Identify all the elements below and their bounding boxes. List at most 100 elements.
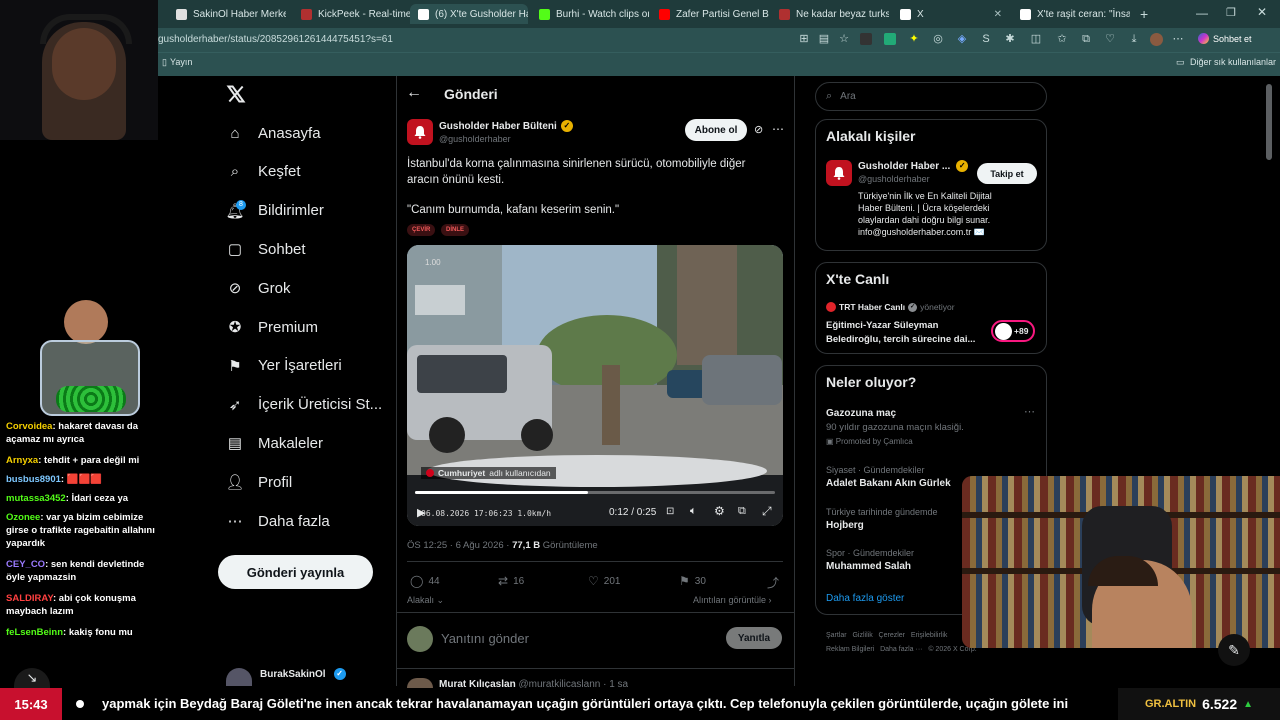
download-icon[interactable]: ⤓	[1128, 33, 1140, 45]
chat-username[interactable]: mutassa3452	[6, 493, 66, 504]
favorite-star-icon[interactable]: ☆	[838, 33, 850, 45]
grok-icon[interactable]: ⊘	[754, 123, 763, 136]
chat-username[interactable]: Arnyxa	[6, 455, 38, 466]
browser-tab[interactable]: X ✕	[892, 4, 1010, 24]
tab-close-icon[interactable]: ✕	[994, 9, 1002, 20]
close-window-button[interactable]: ✕	[1257, 5, 1267, 19]
reply-button[interactable]: Yanıtla	[726, 627, 782, 649]
other-bookmarks[interactable]: Diğer sık kullanılanlar	[1190, 57, 1276, 67]
nav-item[interactable]: ⌕ Keşfet	[226, 163, 301, 181]
fullscreen-icon[interactable]: ⤢	[762, 504, 772, 519]
author-name-row[interactable]: Gusholder Haber Bülteni ✓	[439, 120, 573, 132]
new-tab-button[interactable]: +	[1140, 6, 1148, 22]
volume-icon[interactable]: 🔈︎	[690, 505, 697, 518]
browser-tab[interactable]: KickPeek - Real-time Ul✕	[293, 4, 411, 24]
next-reply-avatar[interactable]	[407, 678, 433, 688]
reply-input[interactable]: Yanıtını gönder	[441, 631, 529, 646]
subscribe-button[interactable]: Abone ol	[685, 119, 747, 141]
like-action[interactable]: ♡ 201	[588, 574, 620, 588]
post-timestamp[interactable]: ÖS 12:25 · 6 Ağu 2026 ·	[407, 540, 512, 551]
live-listeners[interactable]: +89	[991, 320, 1035, 342]
extension-icon[interactable]: ◈	[956, 33, 968, 45]
extension-icon[interactable]	[860, 33, 872, 45]
share-icon[interactable]: ⤴	[767, 574, 779, 591]
more-options-icon[interactable]: ⋯	[772, 122, 784, 136]
chat-username[interactable]: feLsenBeinn	[6, 627, 63, 638]
nav-item[interactable]: ⚑ Yer İşaretleri	[226, 357, 341, 375]
browser-tab[interactable]: (6) X'te Gusholder Hab✕	[410, 4, 528, 24]
extension-icon[interactable]	[884, 33, 896, 45]
nav-item[interactable]: ✪ Premium	[226, 318, 318, 337]
nav-item[interactable]: ➶ İçerik Üreticisi St...	[226, 396, 382, 414]
favorites-icon[interactable]: ✩	[1056, 33, 1068, 45]
settings-gear-icon[interactable]: ⚙	[714, 504, 725, 518]
reply-action[interactable]: ◯ 44	[410, 574, 440, 588]
search-box[interactable]: ⌕ Ara	[815, 82, 1047, 111]
listen-pill[interactable]: DİNLE	[441, 224, 469, 236]
related-sort[interactable]: Alakalı ⌄	[407, 595, 444, 606]
source-caption[interactable]: Cumhuriyet adlı kullanıcıdan	[421, 467, 556, 479]
translate-icon[interactable]: ⊞	[798, 33, 810, 45]
post-button[interactable]: Gönderi yayınla	[218, 555, 373, 589]
person-avatar[interactable]	[826, 160, 852, 186]
maximize-button[interactable]: ❐	[1226, 6, 1236, 19]
footer-link[interactable]: Çerezler	[879, 632, 905, 639]
person-name-row[interactable]: Gusholder Haber ... ✓	[858, 160, 969, 172]
nav-item[interactable]: ▢ Sohbet	[226, 240, 306, 259]
edit-icon-button[interactable]: ✎	[1218, 634, 1250, 666]
footer-link[interactable]: Şartlar	[826, 632, 847, 639]
account-switcher[interactable]: BurakSakinOl ✓	[226, 668, 346, 686]
pip-icon[interactable]: ⧉	[738, 505, 746, 518]
browser-tab[interactable]: Ne kadar beyaz turksun✕	[771, 4, 889, 24]
author-avatar[interactable]	[407, 119, 433, 145]
footer-link[interactable]: Erişilebilirlik	[911, 632, 948, 639]
bookmark-action[interactable]: ⚑ 30	[679, 574, 706, 588]
trend-name[interactable]: Adalet Bakanı Akın Gürlek	[826, 478, 951, 489]
repost-action[interactable]: ⇄ 16	[498, 574, 524, 588]
captions-icon[interactable]: ⊡	[666, 506, 674, 517]
back-arrow-icon[interactable]: ←	[406, 84, 422, 102]
browser-tab[interactable]: SakinOl Haber Merkezi✕	[168, 4, 286, 24]
chat-username[interactable]: Corvoidea	[6, 421, 52, 432]
collections-icon[interactable]: ⧉	[1080, 33, 1092, 45]
live-host-row[interactable]: TRT Haber Canlı ✓ yönetiyor	[826, 302, 955, 312]
trend-name[interactable]: Hojberg	[826, 520, 864, 531]
footer-link[interactable]: Gizlilik	[852, 632, 872, 639]
show-more-link[interactable]: Daha fazla göster	[826, 593, 904, 604]
video-player[interactable]: 1.00 06.08.2026 17:06:23 1.0km/h Cumhuri…	[407, 245, 783, 526]
follow-button[interactable]: Takip et	[977, 163, 1037, 184]
view-quotes-link[interactable]: Alıntıları görüntüle ›	[693, 595, 772, 605]
next-reply-header[interactable]: Murat Kılıçaslan @muratkilicaslann · 1 s…	[439, 679, 628, 688]
url-field[interactable]: gusholderhaber/status/208529612614447545…	[158, 34, 393, 45]
split-screen-icon[interactable]: ◫	[1030, 33, 1042, 45]
nav-item[interactable]: ▤ Makaleler	[226, 434, 323, 453]
chat-username[interactable]: Ozonee	[6, 512, 40, 523]
reader-icon[interactable]: ▤	[818, 33, 830, 45]
footer-link[interactable]: Reklam Bilgileri	[826, 646, 874, 653]
browser-tab[interactable]: Zafer Partisi Genel Başk✕	[651, 4, 769, 24]
trend-name[interactable]: Gazozuna maç	[826, 408, 896, 419]
extension-icon[interactable]: S	[980, 33, 992, 45]
trend-more-icon[interactable]: ⋯	[1024, 405, 1035, 418]
copilot-button[interactable]: Sohbet et	[1198, 33, 1252, 44]
chat-username[interactable]: SALDIRAY	[6, 593, 53, 604]
footer-link[interactable]: Daha fazla ···	[880, 646, 922, 653]
nav-item[interactable]: ⌂ Anasayfa	[226, 124, 320, 142]
video-scrubber[interactable]	[415, 491, 775, 494]
extension-icon[interactable]: ◎	[932, 33, 944, 45]
browser-tab[interactable]: X'te raşit ceran: "İnsanı✕	[1012, 4, 1130, 24]
trend-name[interactable]: Muhammed Salah	[826, 561, 911, 572]
more-icon[interactable]: ⋯	[1172, 33, 1184, 45]
heart-icon[interactable]: ♡	[1104, 33, 1116, 45]
nav-item[interactable]: ⋯ Daha fazla	[226, 512, 330, 531]
x-logo-icon[interactable]	[226, 84, 246, 104]
extensions-puzzle-icon[interactable]: ✱	[1004, 33, 1016, 45]
translate-pill[interactable]: ÇEVİR	[407, 224, 436, 236]
chat-username[interactable]: busbus8901	[6, 474, 61, 485]
bookmark-yayin[interactable]: Yayın	[170, 57, 192, 67]
profile-avatar[interactable]	[1150, 33, 1163, 46]
play-icon[interactable]: ▶	[417, 506, 425, 519]
minimize-button[interactable]: —	[1196, 6, 1208, 20]
page-scrollbar[interactable]	[1266, 84, 1272, 160]
nav-item[interactable]: 👤︎ Profil	[225, 473, 292, 492]
